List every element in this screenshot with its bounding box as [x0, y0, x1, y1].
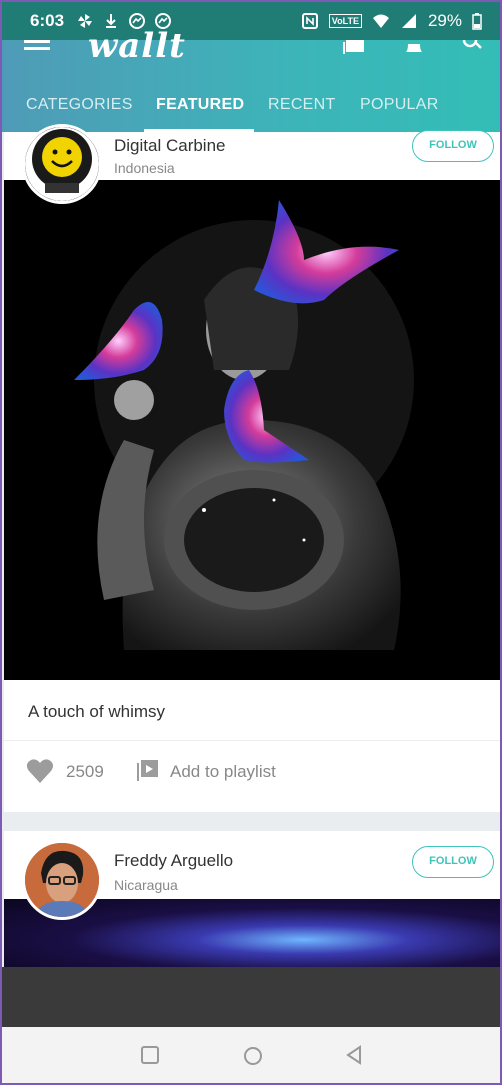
follow-button[interactable]: FOLLOW [412, 846, 494, 878]
system-icons: VoLTE 29% [301, 11, 482, 31]
like-count: 2509 [66, 762, 104, 781]
post-card: Digital Carbine Indonesia FOLLOW A touch… [4, 130, 500, 812]
system-nav-bar [2, 1027, 500, 1083]
battery-icon [472, 13, 482, 30]
post-artwork[interactable] [4, 180, 500, 680]
heart-icon[interactable] [26, 758, 54, 784]
author-name[interactable]: Digital Carbine [114, 136, 226, 156]
tab-recent[interactable]: RECENT [268, 96, 336, 114]
app-header: wallt CATEGORIES FEATURED RECENT POPULAR [2, 26, 500, 132]
notification-bell-icon[interactable] [402, 40, 426, 56]
status-bar: 6:03 VoLTE 29% [2, 2, 500, 40]
app-logo: wallt [88, 26, 186, 66]
astronaut-illustration [74, 200, 414, 650]
avatar[interactable] [22, 840, 102, 920]
follow-button[interactable]: FOLLOW [412, 130, 494, 162]
phone-frame: 6:03 VoLTE 29% wallt CATEGORIES FEATURED… [0, 0, 502, 1085]
status-time: 6:03 [30, 11, 65, 30]
back-button[interactable] [344, 1045, 364, 1065]
tab-featured[interactable]: FEATURED [156, 96, 244, 114]
author-name[interactable]: Freddy Arguello [114, 851, 233, 871]
post-caption: A touch of whimsy [28, 702, 166, 721]
playlist-icon[interactable] [342, 40, 366, 56]
divider [4, 740, 500, 741]
tab-categories[interactable]: CATEGORIES [26, 96, 133, 114]
wifi-icon [372, 14, 389, 28]
menu-icon[interactable] [24, 40, 50, 52]
post-actions: 2509 Add to playlist [4, 752, 500, 792]
tab-popular[interactable]: POPULAR [360, 96, 439, 114]
add-to-playlist-icon[interactable] [134, 758, 160, 784]
recents-button[interactable] [140, 1045, 160, 1065]
person-avatar [25, 843, 99, 917]
nfc-icon [301, 13, 318, 29]
signal-icon [401, 14, 416, 28]
content-overlay [2, 967, 500, 1027]
avatar[interactable] [22, 124, 102, 204]
volte-badge: VoLTE [328, 14, 362, 28]
author-location: Nicaragua [114, 877, 178, 893]
add-to-playlist-button[interactable]: Add to playlist [170, 762, 276, 782]
battery-percent: 29% [427, 11, 462, 30]
smiley-astronaut-icon [25, 127, 99, 201]
home-button[interactable] [242, 1045, 264, 1067]
author-location: Indonesia [114, 160, 175, 176]
tab-bar: CATEGORIES FEATURED RECENT POPULAR [2, 90, 500, 132]
search-icon[interactable] [460, 40, 484, 56]
